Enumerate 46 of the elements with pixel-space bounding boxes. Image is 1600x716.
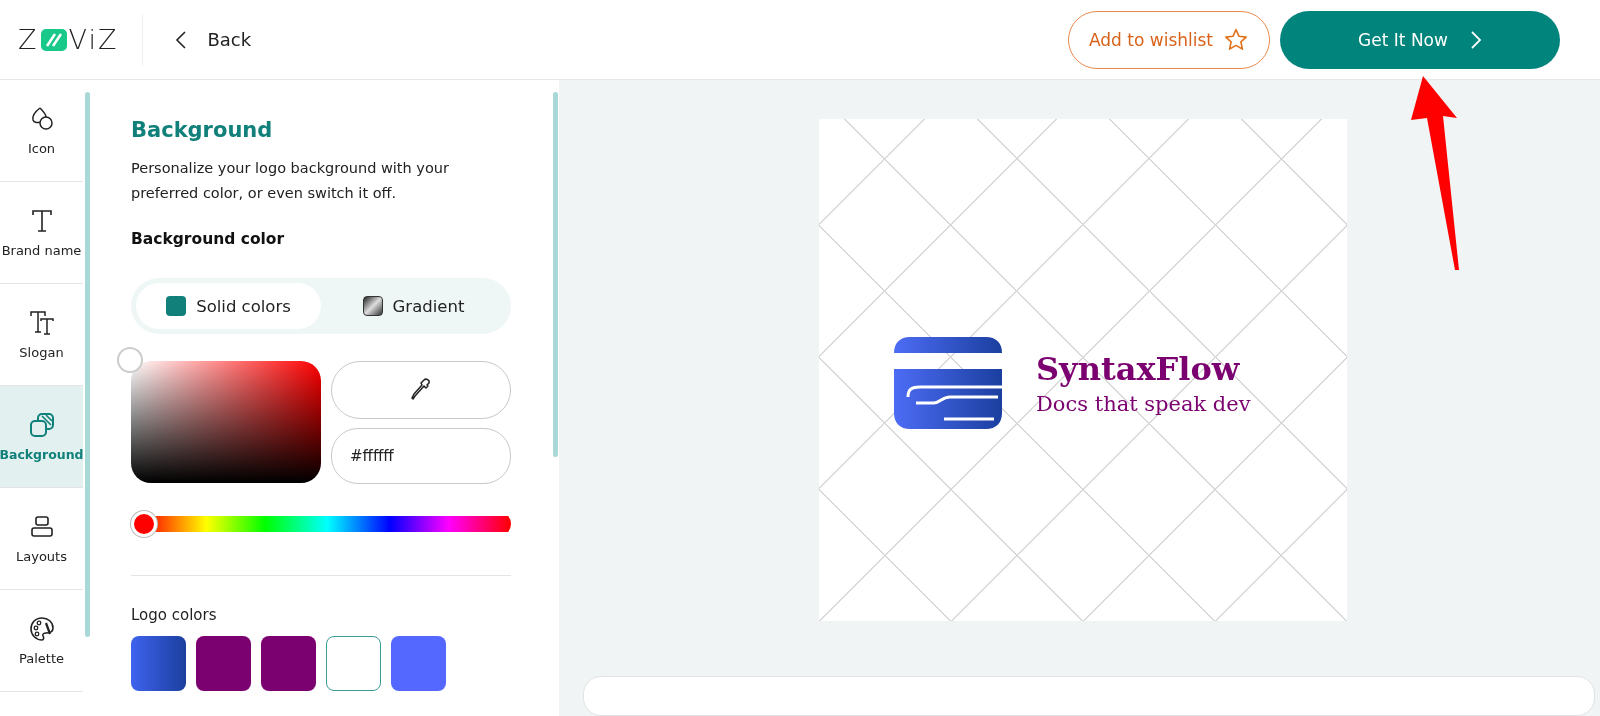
layers-icon	[27, 411, 56, 439]
color-swatch[interactable]	[326, 636, 381, 691]
hex-input-field[interactable]: #ffffff	[331, 428, 511, 484]
hue-slider-thumb[interactable]	[131, 511, 157, 537]
sidebar-item-label: Background	[0, 447, 84, 462]
picker-handle[interactable]	[117, 347, 143, 373]
section-heading: Background color	[131, 230, 286, 248]
gradient-swatch-icon	[362, 296, 383, 316]
color-mode-tab[interactable]: Gradient	[321, 283, 506, 329]
eyedropper-icon	[409, 377, 433, 403]
color-swatch[interactable]	[131, 636, 186, 691]
sidebar-item[interactable]: Layouts	[0, 488, 83, 590]
logo-letter: Z	[18, 24, 39, 55]
sidebar-item-label: Layouts	[16, 549, 67, 564]
sidebar-item[interactable]: Icon	[0, 80, 83, 182]
sidebar-item[interactable]: Background	[0, 386, 83, 488]
chevron-left-icon	[175, 29, 188, 50]
color-mode-tab[interactable]: Solid colors	[136, 283, 321, 329]
scrollbar[interactable]	[553, 92, 558, 457]
star-icon	[1223, 26, 1249, 53]
solid-swatch-icon	[166, 296, 187, 316]
color-swatch[interactable]	[261, 636, 316, 691]
slogan: Docs that speak dev	[1036, 392, 1251, 416]
color-swatch[interactable]	[196, 636, 251, 691]
get-it-now-button[interactable]: Get It Now	[1280, 10, 1560, 69]
sidebar-item[interactable]: Brand name	[0, 182, 83, 284]
logo-mark-icon	[40, 28, 67, 51]
chevron-right-icon	[1469, 29, 1482, 50]
scrollbar[interactable]	[85, 92, 90, 637]
sidebar-item-label: Icon	[27, 141, 56, 156]
palette-icon	[27, 615, 56, 643]
back-button[interactable]: Back	[175, 29, 252, 50]
add-to-wishlist-button[interactable]: Add to wishlist	[1068, 10, 1270, 69]
panel-description: Personalize your logo background with your preferred color, or even switch it off.	[131, 159, 450, 203]
sidebar-item-label: Brand name	[1, 243, 82, 258]
panel-title: Background	[131, 118, 274, 142]
sidebar-item-label: Slogan	[19, 345, 64, 360]
sidebar-item-label: Palette	[19, 651, 64, 666]
logo-colors-label: Logo colors	[131, 606, 218, 624]
saturation-field[interactable]	[131, 361, 321, 483]
text-size-icon	[27, 309, 56, 337]
brand-name: SyntaxFlow	[1036, 350, 1241, 388]
code-card-logo-icon	[894, 337, 1002, 429]
color-swatch[interactable]	[391, 636, 446, 691]
sidebar-item[interactable]: Palette	[0, 590, 83, 692]
logo-letters: ViZ	[68, 24, 119, 55]
